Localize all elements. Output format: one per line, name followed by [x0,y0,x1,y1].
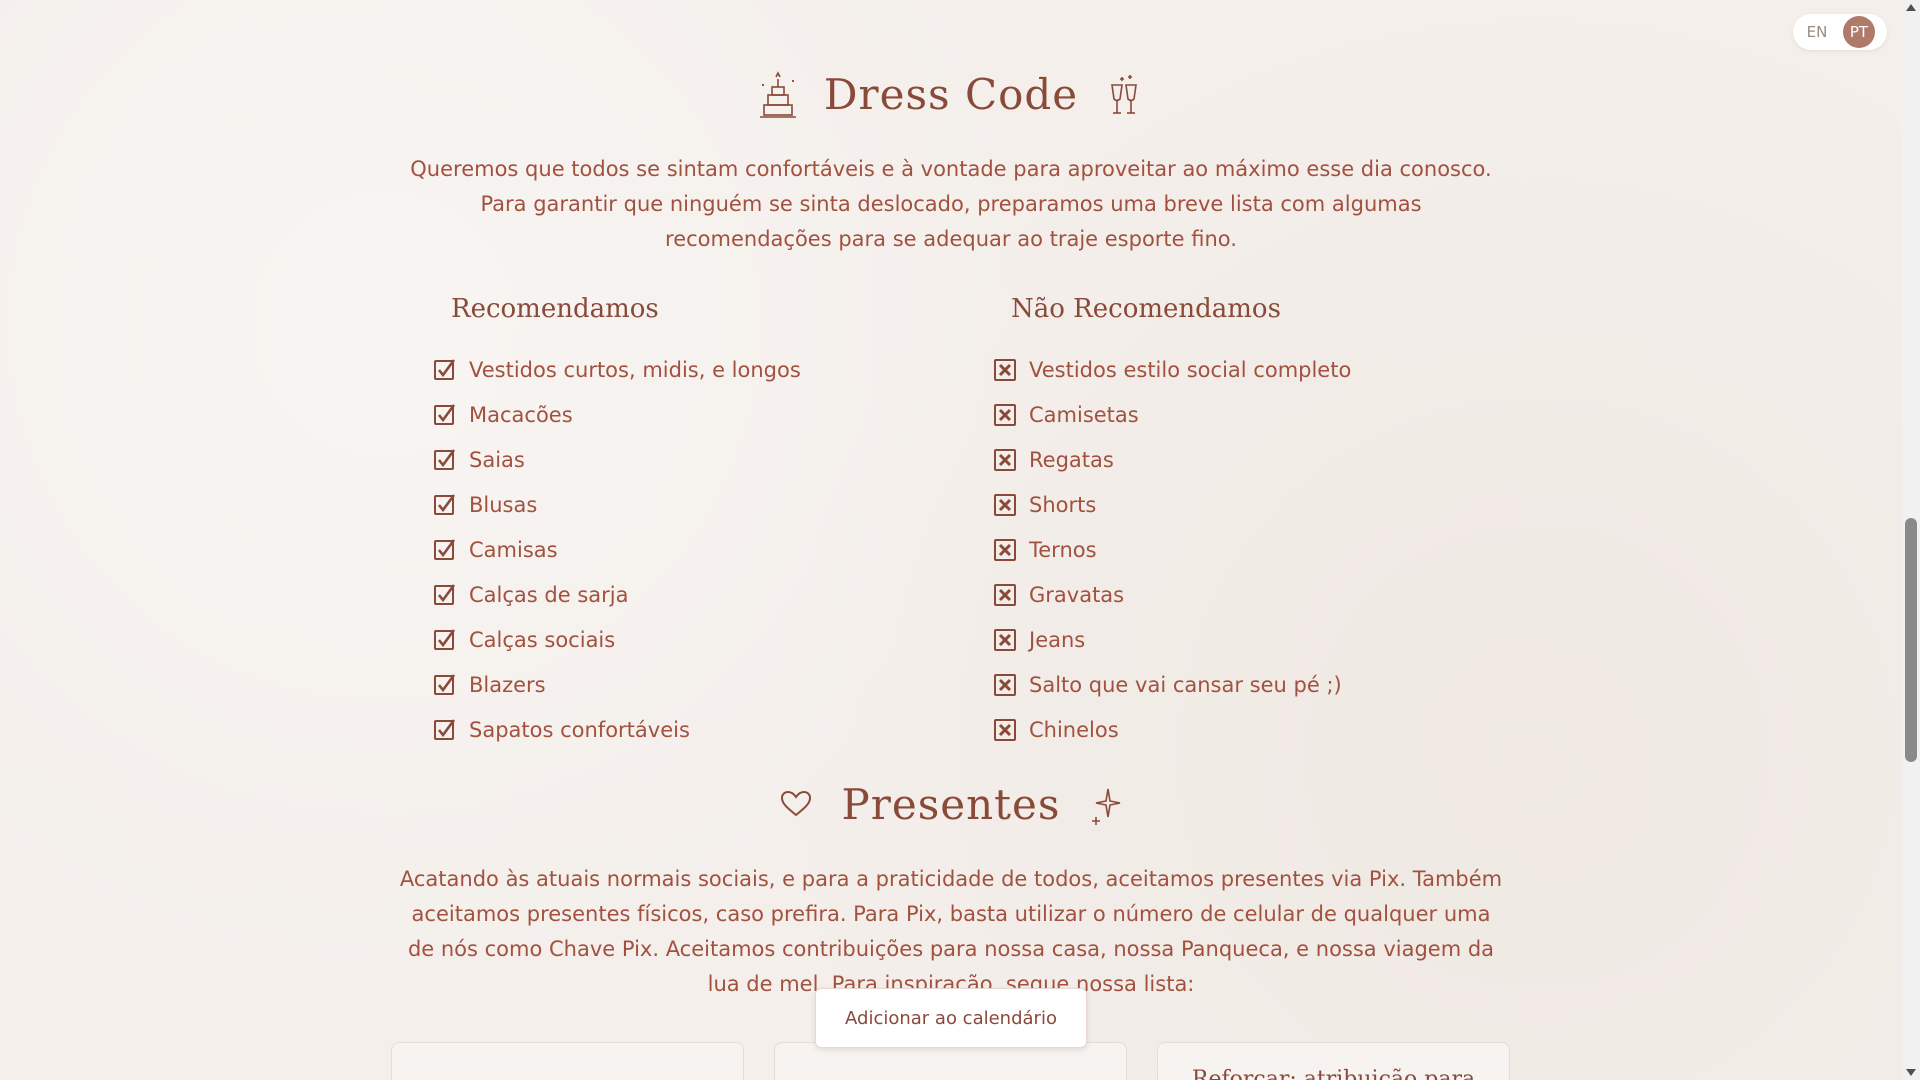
list-item-label: Camisas [469,537,558,562]
checkbox-checked-icon [433,628,457,652]
list-item: Macacões [433,392,801,437]
list-item: Calças sociais [433,617,801,662]
scroll-down-arrow-icon[interactable] [1906,1069,1916,1076]
champagne-glasses-icon [1104,71,1144,119]
checkbox-checked-icon [433,403,457,427]
list-item: Vestidos curtos, midis, e longos [433,347,801,392]
list-item: Shorts [993,482,1351,527]
list-item-label: Shorts [1029,492,1097,517]
checkbox-checked-icon [433,493,457,517]
checkbox-x-icon [993,583,1017,607]
wedding-page: EN PT Dress Code Queremos que todos se s… [0,0,1920,1080]
list-item: Salto que vai cansar seu pé ;) [993,662,1351,707]
checkbox-checked-icon [433,358,457,382]
heart-icon [776,781,816,829]
checkbox-x-icon [993,448,1017,472]
checkbox-x-icon [993,538,1017,562]
recommended-list: Vestidos curtos, midis, e longos Macacões… [433,347,801,752]
checkbox-x-icon [993,493,1017,517]
list-item-label: Sapatos confortáveis [469,717,690,742]
checkbox-x-icon [993,628,1017,652]
list-item-label: Blusas [469,492,538,517]
scrollbar[interactable] [1902,0,1920,1080]
dress-code-description: Queremos que todos se sintam confortávei… [410,157,1492,251]
list-item: Regatas [993,437,1351,482]
list-item-label: Ternos [1029,537,1097,562]
checkbox-checked-icon [433,538,457,562]
list-item-label: Vestidos curtos, midis, e longos [469,357,801,382]
page-content: EN PT Dress Code Queremos que todos se s… [0,0,1902,1080]
list-item: Jeans [993,617,1351,662]
not-recommended-title: Não Recomendamos [1011,294,1281,324]
list-item-label: Jeans [1029,627,1086,652]
gifts-heading: Presentes [841,780,1061,829]
list-item: Gravatas [993,572,1351,617]
language-option-pt[interactable]: PT [1843,16,1875,48]
checkbox-checked-icon [433,448,457,472]
add-to-calendar-button[interactable]: Adicionar ao calendário [815,988,1087,1048]
dress-code-heading: Dress Code [823,70,1079,119]
list-item-label: Regatas [1029,447,1114,472]
language-option-en[interactable]: EN [1797,18,1837,46]
not-recommended-list: Vestidos estilo social completo Camisetas… [993,347,1351,752]
list-item: Vestidos estilo social completo [993,347,1351,392]
checkbox-x-icon [993,718,1017,742]
gift-card-3[interactable]: Reforçar: atribuição para [1157,1042,1510,1080]
list-item-label: Salto que vai cansar seu pé ;) [1029,672,1342,697]
language-toggle: EN PT [1793,14,1887,50]
list-item: Calças de sarja [433,572,801,617]
list-item-label: Camisetas [1029,402,1139,427]
recommended-title: Recomendamos [451,294,659,324]
list-item: Camisas [433,527,801,572]
gift-card-3-text: Reforçar: atribuição para [1191,1067,1476,1080]
checkbox-checked-icon [433,718,457,742]
scroll-up-arrow-icon[interactable] [1906,4,1916,11]
list-item-label: Calças de sarja [469,582,629,607]
list-item-label: Macacões [469,402,573,427]
checkbox-checked-icon [433,673,457,697]
list-item: Saias [433,437,801,482]
gifts-description: Acatando às atuais normais sociais, e pa… [399,867,1503,996]
list-item: Sapatos confortáveis [433,707,801,752]
list-item: Chinelos [993,707,1351,752]
cake-icon [758,70,798,119]
list-item: Camisetas [993,392,1351,437]
scrollbar-thumb[interactable] [1905,518,1917,762]
list-item-label: Gravatas [1029,582,1125,607]
list-item-label: Saias [469,447,525,472]
checkbox-x-icon [993,673,1017,697]
gifts-title-row: Presentes [0,780,1902,829]
list-item: Ternos [993,527,1351,572]
checkbox-x-icon [993,358,1017,382]
list-item-label: Vestidos estilo social completo [1029,357,1352,382]
list-item-label: Calças sociais [469,627,616,652]
list-item: Blazers [433,662,801,707]
gift-card-1[interactable] [391,1042,744,1080]
list-item-label: Blazers [469,672,546,697]
list-item: Blusas [433,482,801,527]
dress-code-title-row: Dress Code [0,70,1902,119]
sparkle-icon [1086,781,1126,829]
checkbox-checked-icon [433,583,457,607]
checkbox-x-icon [993,403,1017,427]
list-item-label: Chinelos [1029,717,1119,742]
